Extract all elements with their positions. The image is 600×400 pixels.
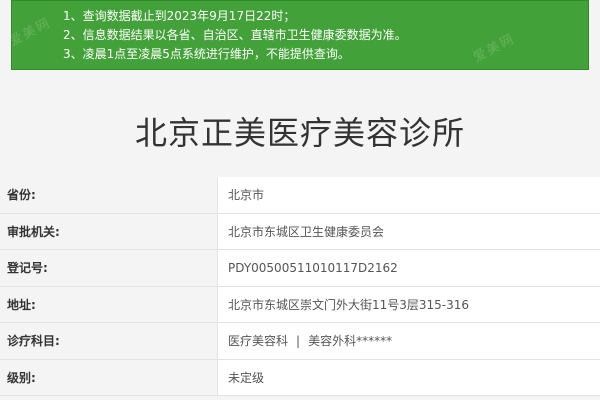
notice-banner: 1、查询数据截止到2023年9月17日22时； 2、信息数据结果以各省、自治区、…	[7, 0, 589, 70]
table-row-departments: 诊疗科目: 医疗美容科 | 美容外科******	[0, 323, 600, 360]
row-label: 登记号:	[0, 250, 218, 286]
table-row-authority: 审批机关: 北京市东城区卫生健康委员会	[0, 213, 600, 250]
info-table: 省份: 北京市 审批机关: 北京市东城区卫生健康委员会 登记号: PDY0050…	[0, 177, 600, 396]
row-label: 审批机关:	[0, 213, 218, 249]
notice-line-1: 1、查询数据截止到2023年9月17日22时；	[63, 9, 296, 23]
row-value: 医疗美容科 | 美容外科******	[218, 323, 600, 359]
row-value: 北京市	[218, 177, 600, 213]
watermark: 爱美网	[7, 15, 54, 50]
table-row-level: 级别: 未定级	[0, 359, 600, 396]
department-item: 医疗美容科	[228, 334, 289, 349]
row-label: 地址:	[0, 286, 218, 322]
row-value: 北京市东城区崇文门外大街11号3层315-316	[218, 286, 600, 322]
row-label: 级别:	[0, 359, 218, 395]
table-row-registration: 登记号: PDY00500511010117D2162	[0, 250, 600, 287]
row-value: 未定级	[218, 359, 600, 395]
row-label: 省份:	[0, 177, 218, 213]
department-separator: |	[296, 333, 301, 348]
row-label: 诊疗科目:	[0, 323, 218, 359]
row-value: PDY00500511010117D2162	[218, 250, 600, 286]
page-title: 北京正美医疗美容诊所	[134, 114, 465, 152]
row-value: 北京市东城区卫生健康委员会	[218, 213, 600, 249]
department-item: 美容外科******	[308, 334, 393, 349]
table-row-address: 地址: 北京市东城区崇文门外大街11号3层315-316	[0, 286, 600, 323]
table-row-province: 省份: 北京市	[0, 177, 600, 214]
